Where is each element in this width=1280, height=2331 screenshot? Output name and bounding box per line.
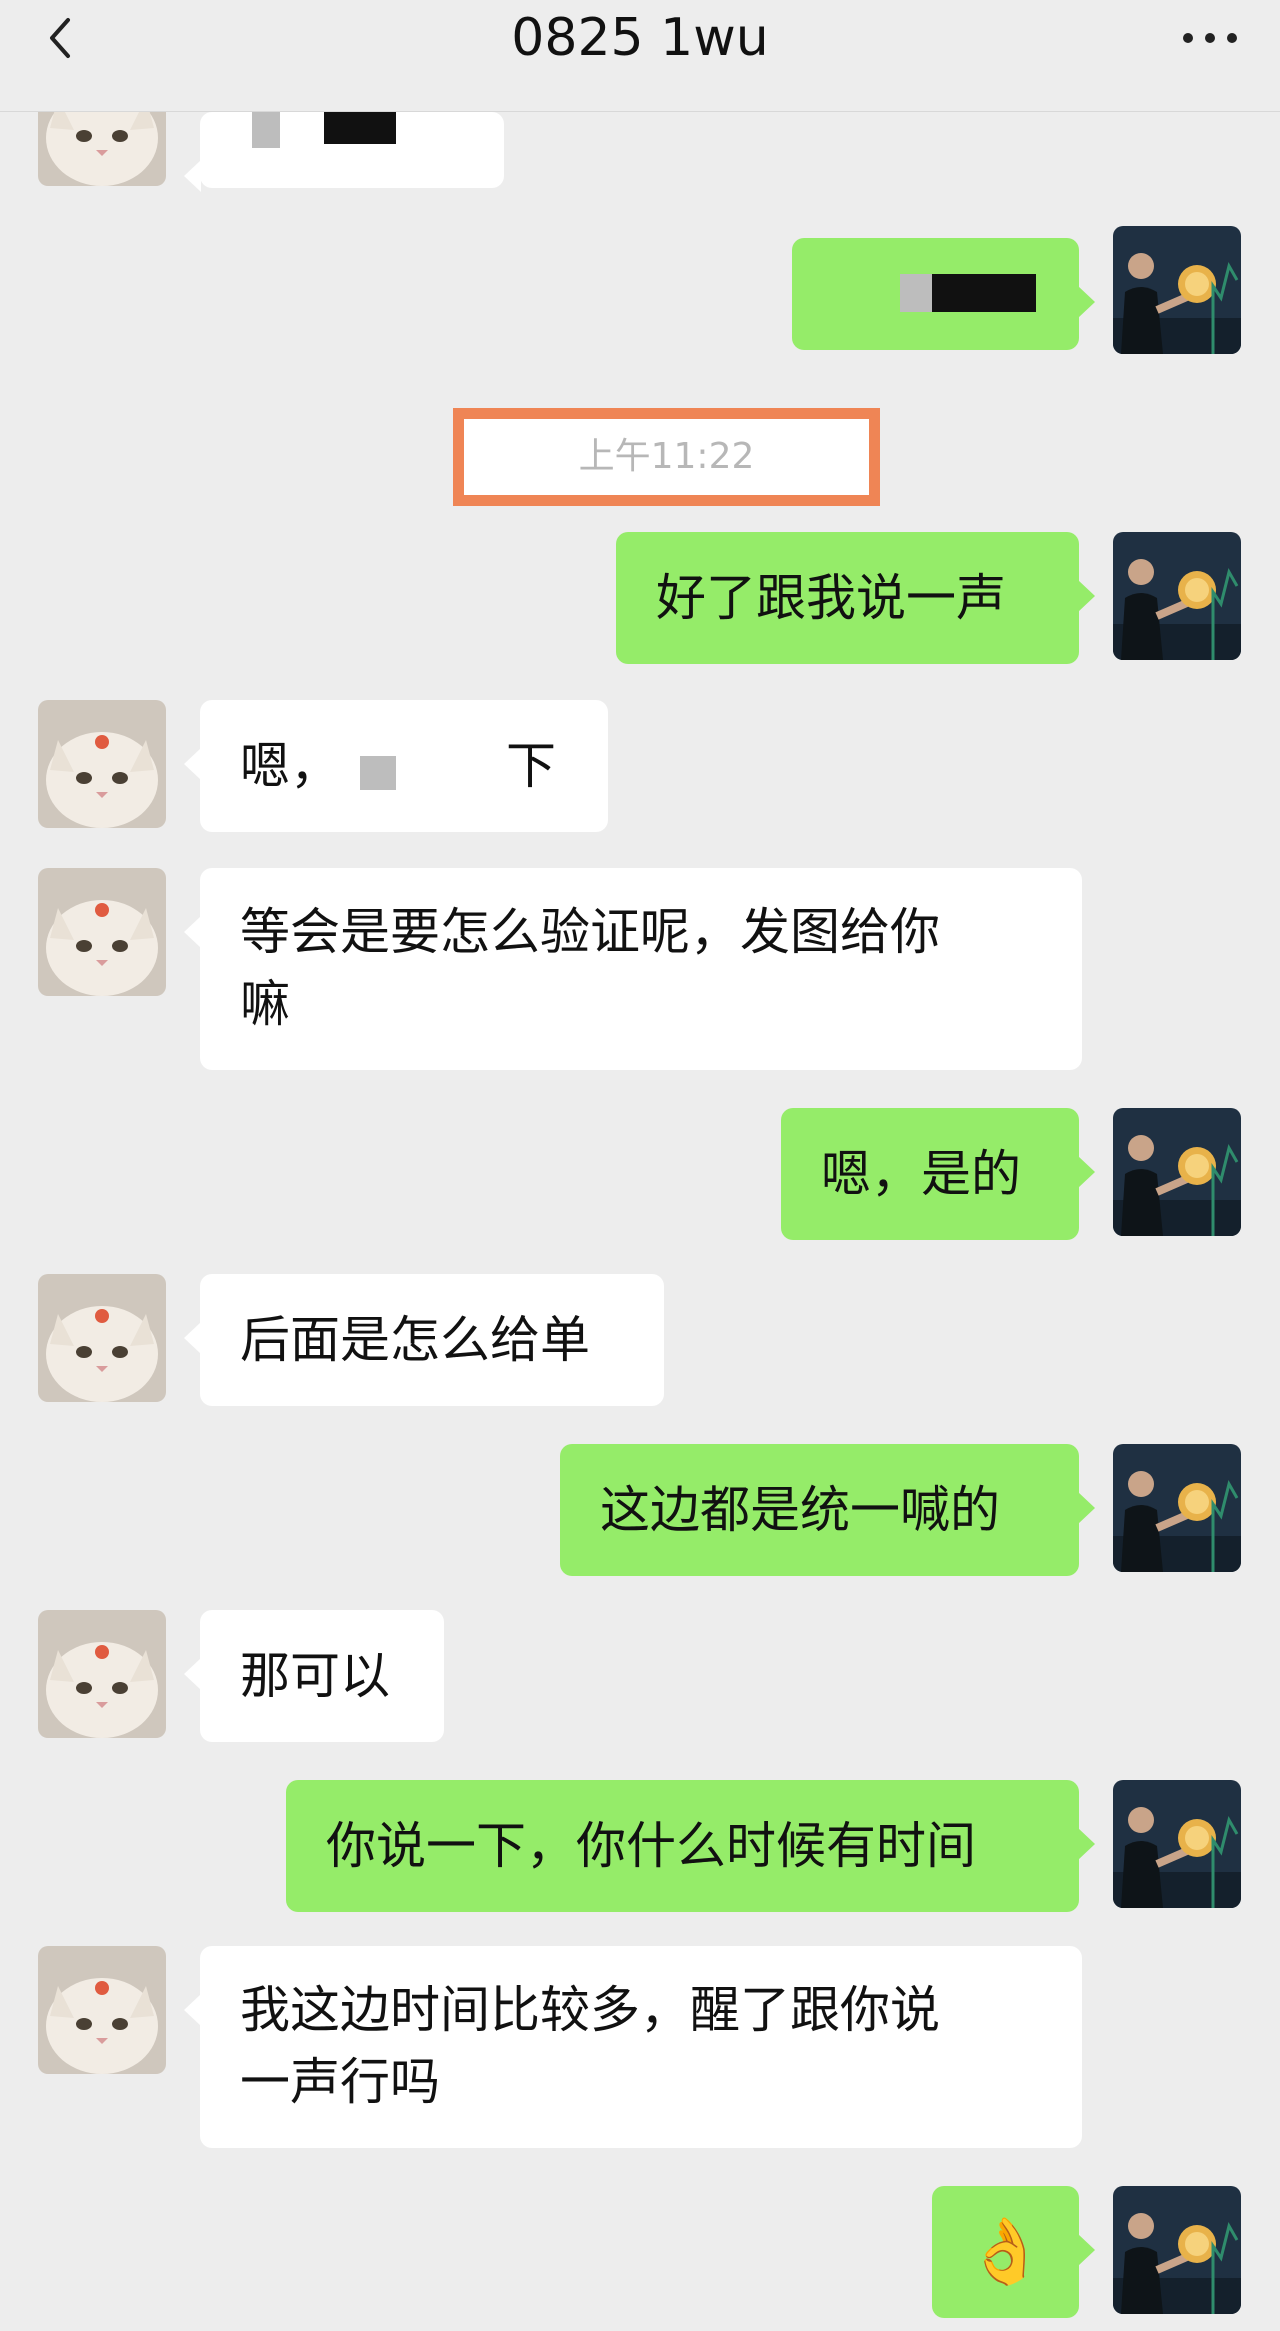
cat-avatar-icon (38, 1610, 166, 1738)
bitcoin-man-avatar-icon (1113, 2186, 1241, 2314)
redaction-block (396, 730, 490, 816)
redaction-block (932, 274, 1036, 312)
timestamp-highlight-box: 上午11:22 (453, 408, 880, 506)
message-text: 你说一下，你什么时候有时间 (326, 1817, 976, 1875)
message-text: 后面是怎么给单 (240, 1311, 590, 1369)
timestamp: 上午11:22 (578, 436, 755, 477)
cat-avatar-icon (38, 1946, 166, 2074)
bitcoin-man-avatar-icon (1113, 1780, 1241, 1908)
bitcoin-man-avatar-icon (1113, 532, 1241, 660)
message-text: 我这边时间比较多，醒了跟你说 (240, 1981, 940, 2039)
more-dots-icon[interactable] (1178, 20, 1242, 56)
contact-avatar-cat[interactable] (38, 1946, 166, 2074)
redaction-block (360, 756, 396, 790)
message-text: 嗯， (240, 737, 340, 795)
my-avatar-bitcoin[interactable] (1113, 226, 1241, 354)
contact-avatar-cat[interactable] (38, 868, 166, 996)
message-text-line2: 嘛 (240, 975, 290, 1033)
message-bubble-incoming[interactable]: 等会是要怎么验证呢，发图给你 嘛 (184, 868, 1082, 1070)
redaction-block (900, 274, 932, 312)
cat-avatar-icon (38, 1274, 166, 1402)
message-bubble-outgoing[interactable]: 这边都是统一喊的 (560, 1444, 1095, 1576)
message-bubble-incoming[interactable]: 嗯， 下 (184, 700, 608, 832)
message-bubble-incoming[interactable]: 那可以 (184, 1610, 444, 1742)
bitcoin-man-avatar-icon (1113, 1444, 1241, 1572)
my-avatar-bitcoin[interactable] (1113, 532, 1241, 660)
chat-message-list: 上午11:22 好了跟我说一声 嗯， 下 等会是要怎么验证呢，发图给你 嘛 嗯，… (0, 0, 1280, 2331)
message-text-end: 下 (506, 737, 556, 795)
my-avatar-bitcoin[interactable] (1113, 2186, 1241, 2314)
bitcoin-man-avatar-icon (1113, 1108, 1241, 1236)
redaction-block (252, 112, 280, 148)
contact-avatar-cat[interactable] (38, 1274, 166, 1402)
message-bubble-outgoing[interactable]: 你说一下，你什么时候有时间 (286, 1780, 1095, 1912)
my-avatar-bitcoin[interactable] (1113, 1780, 1241, 1908)
my-avatar-bitcoin[interactable] (1113, 1108, 1241, 1236)
message-text-line2: 一声行吗 (240, 2053, 440, 2111)
my-avatar-bitcoin[interactable] (1113, 1444, 1241, 1572)
chat-title: 0825 1wu (511, 8, 769, 68)
bitcoin-man-avatar-icon (1113, 226, 1241, 354)
message-text: 这边都是统一喊的 (600, 1481, 1000, 1539)
cat-avatar-icon (38, 868, 166, 996)
message-bubble-outgoing[interactable] (792, 238, 1095, 350)
message-text: 嗯，是的 (821, 1145, 1021, 1203)
message-bubble-incoming[interactable]: 后面是怎么给单 (184, 1274, 664, 1406)
message-bubble-outgoing[interactable]: 👌 (932, 2186, 1095, 2318)
message-bubble-outgoing[interactable]: 好了跟我说一声 (616, 532, 1095, 664)
cat-avatar-icon (38, 700, 166, 828)
message-text: 好了跟我说一声 (656, 569, 1006, 627)
top-navigation-bar: 0825 1wu (0, 0, 1280, 112)
message-bubble-incoming[interactable]: 我这边时间比较多，醒了跟你说 一声行吗 (184, 1946, 1082, 2148)
contact-avatar-cat[interactable] (38, 1610, 166, 1738)
message-bubble-outgoing[interactable]: 嗯，是的 (781, 1108, 1095, 1240)
ok-hand-emoji: 👌 (965, 2215, 1046, 2289)
contact-avatar-cat[interactable] (38, 700, 166, 828)
message-text: 那可以 (240, 1647, 390, 1705)
message-text: 等会是要怎么验证呢，发图给你 (240, 903, 940, 961)
message-bubble-incoming[interactable] (184, 112, 504, 192)
redaction-block (324, 112, 396, 144)
